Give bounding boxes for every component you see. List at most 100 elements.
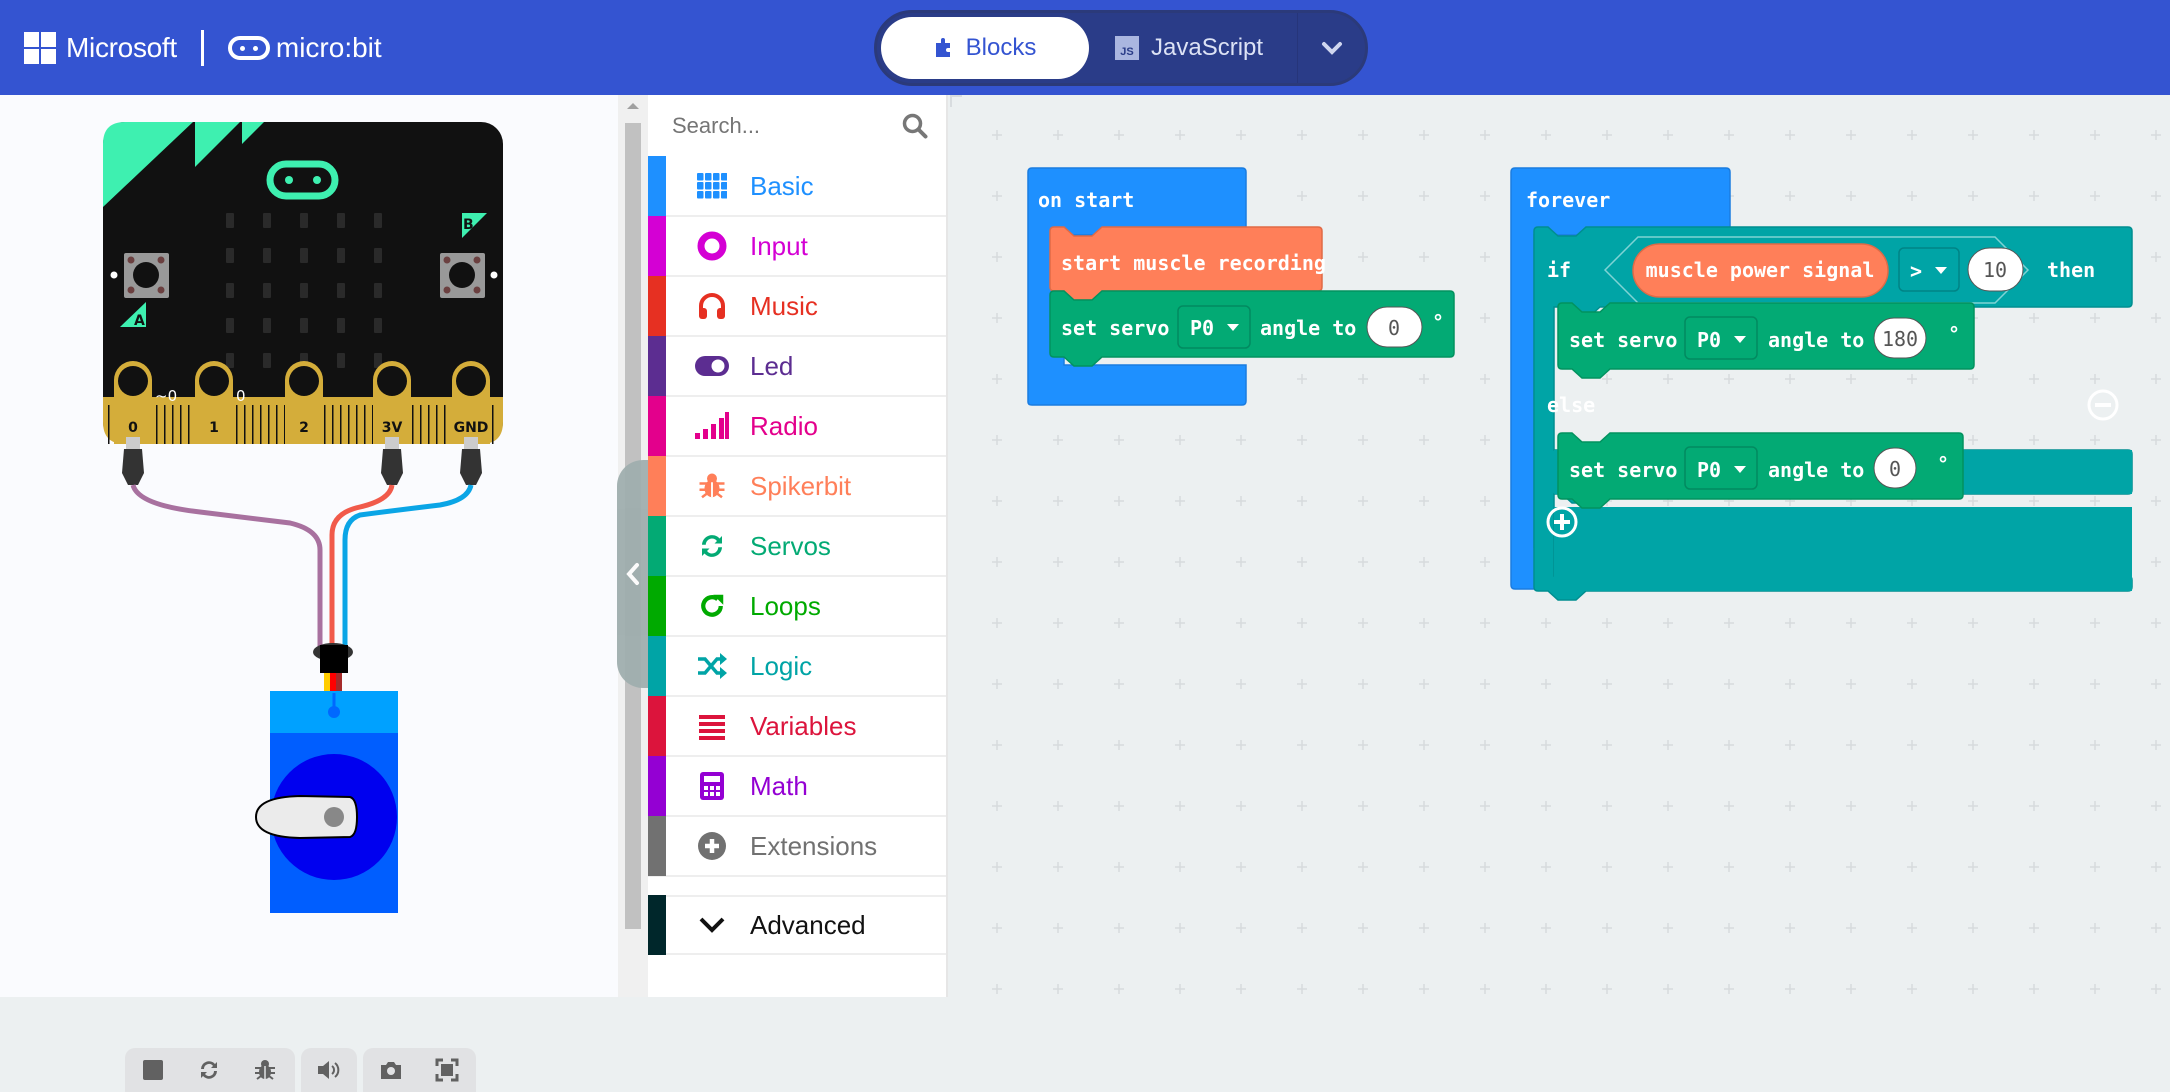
microbit-logo-icon	[227, 36, 270, 60]
set-servo-label: set servo	[1061, 316, 1169, 340]
pin-2[interactable]: 2	[285, 361, 323, 444]
toolbox-search	[648, 95, 946, 157]
servo-wire-dot	[328, 706, 340, 718]
category-color-bar	[648, 276, 666, 336]
pin-dropdown[interactable]: P0	[1684, 446, 1758, 490]
grid-icon	[694, 168, 730, 204]
pin-value: P0	[1697, 328, 1721, 352]
pin-dropdown[interactable]: P0	[1684, 316, 1758, 360]
refresh-icon	[694, 528, 730, 564]
led	[263, 353, 271, 368]
screenshot-button[interactable]	[363, 1048, 419, 1092]
mute-button[interactable]	[301, 1048, 357, 1092]
restart-button[interactable]	[181, 1048, 237, 1092]
threshold-input[interactable]: 10	[1967, 247, 2024, 292]
plus-circle-icon	[694, 828, 730, 864]
category-loops[interactable]: Loops	[648, 576, 946, 637]
pin-3v[interactable]: 3V	[373, 361, 411, 444]
ground-wire	[342, 484, 474, 655]
led	[226, 353, 234, 368]
pin-gnd[interactable]: GND	[452, 361, 490, 444]
search-input[interactable]	[648, 113, 888, 139]
led	[226, 283, 234, 298]
pin-1[interactable]: 1	[195, 361, 233, 444]
category-servos[interactable]: Servos	[648, 516, 946, 577]
angle-input[interactable]: 0	[1873, 447, 1917, 489]
chevron-left-icon	[626, 563, 639, 585]
scroll-up-arrow-icon[interactable]	[627, 103, 639, 109]
category-extensions[interactable]: Extensions	[648, 816, 946, 877]
editor-dropdown-button[interactable]	[1297, 13, 1365, 83]
category-basic[interactable]: Basic	[648, 156, 946, 217]
start-muscle-recording-label: start muscle recording	[1061, 251, 1326, 275]
category-color-bar	[648, 696, 666, 756]
category-label: Math	[750, 770, 808, 801]
connector-tooth	[324, 405, 326, 444]
pin-0[interactable]: 0	[114, 361, 152, 444]
category-math[interactable]: Math	[648, 756, 946, 817]
category-label: Input	[750, 230, 808, 261]
degree-symbol: °	[1948, 322, 1960, 346]
minus-icon	[2095, 403, 2111, 407]
calculator-icon	[694, 768, 730, 804]
category-label: Music	[750, 290, 818, 321]
led	[300, 248, 308, 263]
logo-dot	[285, 176, 293, 184]
led	[337, 248, 345, 263]
button-a[interactable]	[124, 253, 169, 298]
category-led[interactable]: Led	[648, 336, 946, 397]
angle-input[interactable]: 0	[1366, 306, 1423, 348]
connector-tooth	[108, 405, 110, 444]
category-variables[interactable]: Variables	[648, 696, 946, 757]
angle-input[interactable]: 180	[1873, 317, 1927, 359]
set-servo-block-then[interactable]: set servo P0 angle to 180 °	[1557, 302, 1975, 379]
set-servo-block-else[interactable]: set servo P0 angle to 0 °	[1557, 432, 1964, 509]
fullscreen-button[interactable]	[419, 1048, 475, 1092]
start-muscle-recording-block[interactable]: start muscle recording	[1049, 226, 1326, 301]
angle-value: 0	[1388, 316, 1400, 340]
board-hole	[110, 271, 118, 279]
forever-label: forever	[1526, 188, 1610, 212]
category-radio[interactable]: Radio	[648, 396, 946, 457]
connector-tooth	[364, 405, 366, 444]
debug-button[interactable]	[237, 1048, 293, 1092]
operator-dropdown[interactable]: >	[1898, 247, 1960, 292]
category-input[interactable]: Input	[648, 216, 946, 277]
connector-tooth	[156, 405, 158, 444]
signal-bars-icon	[694, 408, 730, 444]
category-advanced[interactable]: Advanced	[648, 895, 946, 955]
simulator-panel: A B 0 1 2 3V GND ~0 0	[0, 95, 618, 1092]
collapse-simulator-button[interactable]	[617, 460, 649, 688]
stop-button[interactable]	[125, 1048, 181, 1092]
category-logic[interactable]: Logic	[648, 636, 946, 697]
top-bar: Microsoft micro:bit Blocks JS JavaScript	[0, 0, 2170, 95]
category-color-bar	[648, 456, 666, 516]
led	[374, 213, 382, 228]
angle-value: 0	[1889, 457, 1901, 481]
if-else-block[interactable]: if muscle power signal > 10 then else	[1533, 226, 2133, 601]
reporter-label: muscle power signal	[1646, 258, 1875, 282]
category-label: Advanced	[750, 909, 866, 940]
button-b[interactable]	[440, 253, 485, 298]
javascript-icon: JS	[1115, 36, 1139, 60]
tab-javascript[interactable]: JS JavaScript	[1115, 17, 1295, 79]
remove-else-button[interactable]	[2087, 389, 2119, 421]
pin-dropdown[interactable]: P0	[1177, 305, 1251, 349]
search-icon[interactable]	[902, 113, 928, 139]
category-spikerbit[interactable]: Spikerbit	[648, 456, 946, 517]
comparison-block[interactable]: muscle power signal > 10	[1603, 236, 2030, 304]
connector-tooth	[252, 405, 254, 444]
led	[263, 213, 271, 228]
category-color-bar	[648, 756, 666, 816]
set-servo-block-start[interactable]: set servo P0 angle to 0 °	[1049, 290, 1455, 367]
debug-icon	[255, 1060, 275, 1080]
microbit-label[interactable]: micro:bit	[276, 32, 382, 64]
set-servo-label: set servo	[1569, 458, 1677, 482]
category-music[interactable]: Music	[648, 276, 946, 337]
blocks-workspace[interactable]: on start start muscle recording set serv…	[950, 95, 2170, 997]
tab-blocks[interactable]: Blocks	[881, 17, 1089, 79]
then-label: then	[2047, 258, 2095, 282]
pin-label: 3V	[382, 420, 403, 436]
category-label: Basic	[750, 170, 814, 201]
pin-label: 1	[209, 420, 219, 436]
